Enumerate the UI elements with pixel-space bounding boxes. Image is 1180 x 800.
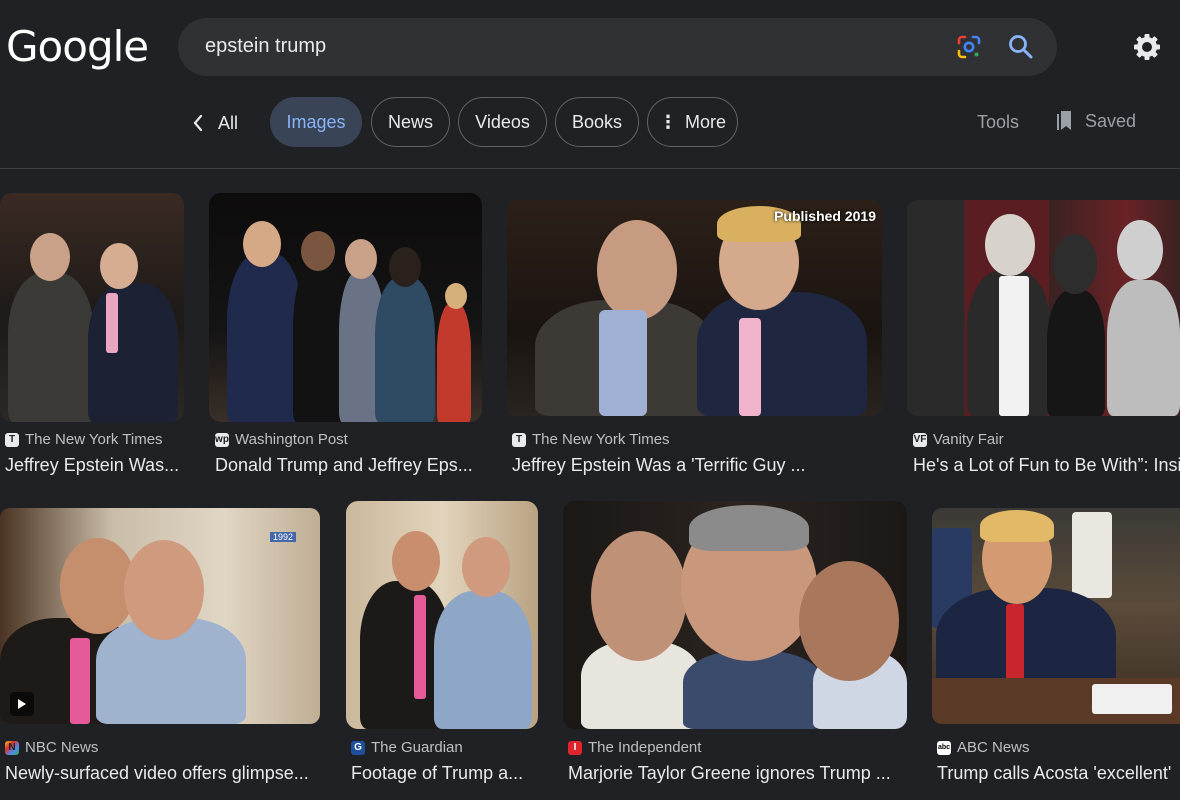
result-title[interactable]: Jeffrey Epstein Was a 'Terrific Guy ...	[512, 455, 892, 476]
result-source: wp Washington Post	[215, 431, 348, 448]
play-icon[interactable]	[10, 692, 34, 716]
google-lens-icon[interactable]	[956, 34, 982, 60]
result-source-label: ABC News	[957, 739, 1030, 756]
result-title[interactable]: Trump calls Acosta 'excellent'	[937, 763, 1180, 784]
tab-more[interactable]: ⋮ More	[647, 97, 738, 147]
nbc-peacock-favicon-icon: N	[5, 740, 19, 755]
washington-post-favicon-icon: wp	[215, 432, 229, 447]
result-source: T The New York Times	[5, 431, 163, 448]
result-thumbnail[interactable]	[346, 501, 538, 729]
back-all-label: All	[218, 112, 239, 133]
settings-gear-icon[interactable]	[1132, 32, 1162, 62]
tab-news-label: News	[387, 111, 433, 132]
tab-videos[interactable]: Videos	[458, 97, 547, 147]
result-source: abc ABC News	[937, 739, 1030, 756]
result-source-label: Washington Post	[235, 431, 348, 448]
search-input[interactable]: epstein trump	[205, 35, 326, 58]
result-source-label: Vanity Fair	[933, 431, 1004, 448]
chevron-left-icon	[193, 114, 203, 132]
result-thumbnail[interactable]	[907, 200, 1180, 416]
tab-images[interactable]: Images	[270, 97, 362, 147]
vanity-fair-favicon-icon: VF	[913, 432, 927, 447]
nyt-favicon-icon: T	[5, 432, 19, 447]
result-source-label: The New York Times	[532, 431, 670, 448]
google-logo[interactable]: Google	[6, 22, 149, 71]
saved-button[interactable]: Saved	[1057, 110, 1136, 132]
tab-images-label: Images	[286, 111, 346, 132]
result-thumbnail[interactable]: Published 2019	[507, 200, 882, 416]
result-thumbnail[interactable]	[0, 193, 184, 422]
result-title[interactable]: Jeffrey Epstein Was...	[5, 455, 185, 476]
tools-button[interactable]: Tools	[977, 112, 1019, 133]
result-source-label: The Guardian	[371, 739, 463, 756]
result-title[interactable]: He's a Lot of Fun to Be With”: Insi	[913, 455, 1180, 476]
result-thumbnail[interactable]	[563, 501, 907, 729]
nyt-favicon-icon: T	[512, 432, 526, 447]
header-divider	[0, 168, 1180, 169]
result-title[interactable]: Newly-surfaced video offers glimpse...	[5, 763, 325, 784]
tab-more-label: More	[684, 111, 726, 132]
independent-favicon-icon: I	[568, 740, 582, 755]
abc-news-favicon-icon: abc	[937, 740, 951, 755]
tab-books[interactable]: Books	[555, 97, 639, 147]
result-thumbnail[interactable]	[932, 508, 1180, 724]
tab-videos-label: Videos	[475, 111, 530, 132]
result-source-label: NBC News	[25, 739, 99, 756]
result-source: G The Guardian	[351, 739, 463, 756]
result-title[interactable]: Marjorie Taylor Greene ignores Trump ...	[568, 763, 913, 784]
result-source: VF Vanity Fair	[913, 431, 1004, 448]
tab-news[interactable]: News	[371, 97, 450, 147]
result-source: T The New York Times	[512, 431, 670, 448]
result-thumbnail[interactable]: 1992	[0, 508, 320, 724]
result-source-label: The Independent	[588, 739, 702, 756]
saved-label: Saved	[1085, 110, 1137, 131]
result-thumbnail[interactable]	[209, 193, 482, 422]
year-label: 1992	[269, 532, 296, 542]
more-vert-icon: ⋮	[658, 111, 677, 132]
search-icon[interactable]	[1007, 33, 1035, 61]
result-source: I The Independent	[568, 739, 701, 756]
tab-books-label: Books	[571, 111, 623, 132]
result-source-label: The New York Times	[25, 431, 163, 448]
result-source: N NBC News	[5, 739, 98, 756]
search-bar[interactable]: epstein trump	[178, 18, 1057, 76]
back-to-all-button[interactable]: All	[192, 100, 238, 146]
bookmark-icon	[1057, 111, 1071, 130]
result-title[interactable]: Donald Trump and Jeffrey Eps...	[215, 455, 485, 476]
guardian-favicon-icon: G	[351, 740, 365, 755]
result-title[interactable]: Footage of Trump a...	[351, 763, 541, 784]
published-badge: Published 2019	[774, 208, 876, 224]
